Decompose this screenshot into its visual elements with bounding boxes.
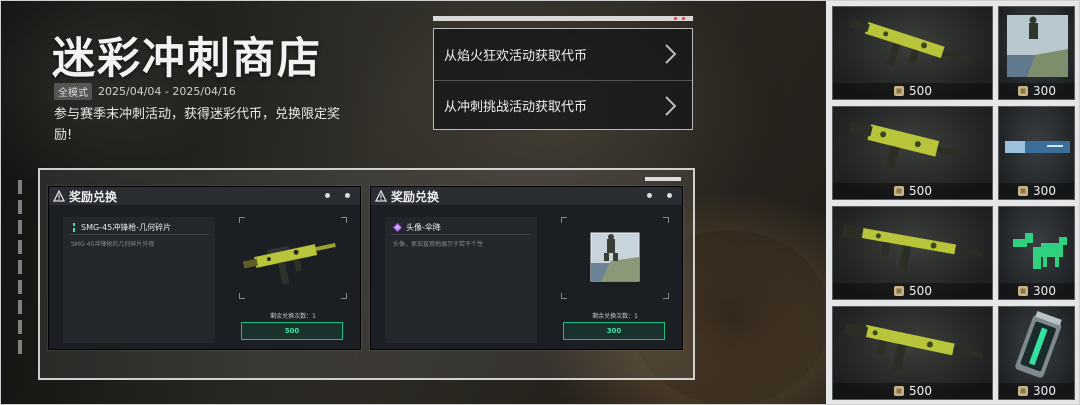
exchange-button[interactable]: 500: [241, 322, 343, 340]
token-icon: [1018, 186, 1029, 196]
token-icon: [1018, 286, 1029, 296]
price-value: 300: [1033, 384, 1056, 398]
exchange-card-avatar: 奖励兑换 头像-伞降 头像，更加直观地展示于若干个性 剩余兑换次数：1 300: [370, 186, 683, 350]
item-description: 头像，更加直观地展示于若干个性: [393, 241, 484, 248]
price-tag: 500: [833, 383, 992, 399]
name-banner-icon: [1005, 141, 1070, 153]
price-tag: 300: [999, 383, 1074, 399]
token-icon: [1018, 86, 1029, 96]
card-header-label: 奖励兑换: [69, 189, 118, 204]
item-name-row: 头像-伞降: [393, 222, 441, 233]
warning-icon: [375, 190, 387, 202]
status-dot: [325, 193, 330, 198]
token-icon: [894, 386, 905, 396]
status-dot: [647, 193, 652, 198]
status-dot: [667, 193, 672, 198]
item-info: SMG-45冲锋枪-几何碎片 SMG-45冲锋枪的几何碎片外观: [63, 217, 215, 343]
smg-camo-icon: [850, 18, 973, 66]
shop-item-rifle[interactable]: 500: [832, 206, 993, 300]
divider: [391, 234, 531, 235]
item-name: SMG-45冲锋枪-几何碎片: [81, 223, 172, 232]
price-tag: 300: [999, 83, 1074, 99]
price-value: 500: [909, 284, 932, 298]
card-header-label: 奖励兑换: [391, 189, 440, 204]
item-preview: [239, 217, 347, 299]
token-icon: [894, 186, 905, 196]
price-value: 300: [1033, 284, 1056, 298]
event-description: 参与赛季末冲刺活动，获得迷彩代币，兑换限定奖励!: [54, 107, 341, 143]
source-panel-bar: [433, 16, 693, 21]
divider: [69, 234, 209, 235]
exchange-card-smg: 奖励兑换 SMG-45冲锋枪-几何碎片 SMG-45冲锋枪的几何碎片外观 剩余兑…: [48, 186, 361, 350]
mode-badge: 全模式: [54, 83, 92, 100]
dino-spray-icon: [1013, 233, 1067, 269]
price-tag: 300: [999, 183, 1074, 199]
price-value: 300: [1033, 84, 1056, 98]
remaining-count: 剩余兑换次数：1: [592, 313, 638, 320]
parachute-avatar-icon: [590, 232, 640, 282]
source-label: 从冲刺挑战活动获取代币: [444, 100, 588, 115]
price-value: 500: [909, 84, 932, 98]
price-tag: 500: [833, 83, 992, 99]
chevron-right-icon: [665, 96, 677, 116]
price-tag: 300: [999, 283, 1074, 299]
price-tag: 500: [833, 283, 992, 299]
price-tag: 500: [833, 183, 992, 199]
item-name-row: SMG-45冲锋枪-几何碎片: [71, 222, 171, 233]
remaining-count: 剩余兑换次数：1: [270, 313, 316, 320]
avatar-type-icon: [393, 223, 402, 232]
parachute-avatar-icon: [1007, 15, 1068, 77]
rifle-camo-icon: [841, 224, 984, 271]
mode-row: 全模式 2025/04/04 - 2025/04/16: [54, 83, 236, 100]
shop-item-pistol-smg[interactable]: 500: [832, 106, 993, 200]
indicator-dot: [674, 17, 677, 20]
price-value: 500: [909, 184, 932, 198]
decorative-ticks: [18, 180, 22, 370]
shop-item-assault-rifle[interactable]: 500: [832, 306, 993, 400]
chevron-right-icon: [665, 44, 677, 64]
item-description: SMG-45冲锋枪的几何碎片外观: [71, 241, 155, 248]
card-header: 奖励兑换: [49, 187, 360, 205]
exchange-button[interactable]: 300: [563, 322, 665, 340]
shop-item-smg[interactable]: 500: [832, 6, 993, 100]
price-value: 300: [1033, 184, 1056, 198]
source-sprint-button[interactable]: 从冲刺挑战活动获取代币: [434, 80, 692, 130]
token-icon: [894, 286, 905, 296]
item-info: 头像-伞降 头像，更加直观地展示于若干个性: [385, 217, 537, 343]
indicator-dot: [682, 17, 685, 20]
item-name: 头像-伞降: [406, 223, 441, 232]
card-header: 奖励兑换: [371, 187, 682, 205]
shop-item-banner[interactable]: 300: [998, 106, 1075, 200]
token-icon: [1018, 386, 1029, 396]
assault-rifle-camo-icon: [844, 322, 984, 371]
source-fireworks-button[interactable]: 从焰火狂欢活动获取代币: [434, 29, 692, 79]
token-source-panel: 从焰火狂欢活动获取代币 从冲刺挑战活动获取代币: [433, 28, 693, 130]
warning-icon: [53, 190, 65, 202]
shop-item-canister[interactable]: 300: [998, 306, 1075, 400]
item-preview: [561, 217, 669, 299]
pistol-smg-camo-icon: [848, 121, 958, 170]
status-dot: [345, 193, 350, 198]
weapon-type-icon: [73, 223, 75, 232]
price-value: 500: [909, 384, 932, 398]
page-title: 迷彩冲刺商店: [52, 34, 322, 84]
shop-item-avatar[interactable]: 300: [998, 6, 1075, 100]
gun-icon: [242, 242, 336, 285]
source-label: 从焰火狂欢活动获取代币: [444, 48, 588, 64]
shop-item-spray[interactable]: 300: [998, 206, 1075, 300]
panel-tab-mark: [645, 177, 681, 181]
date-range: 2025/04/04 - 2025/04/16: [98, 85, 236, 98]
token-icon: [894, 86, 905, 96]
canister-icon: [1015, 310, 1062, 378]
